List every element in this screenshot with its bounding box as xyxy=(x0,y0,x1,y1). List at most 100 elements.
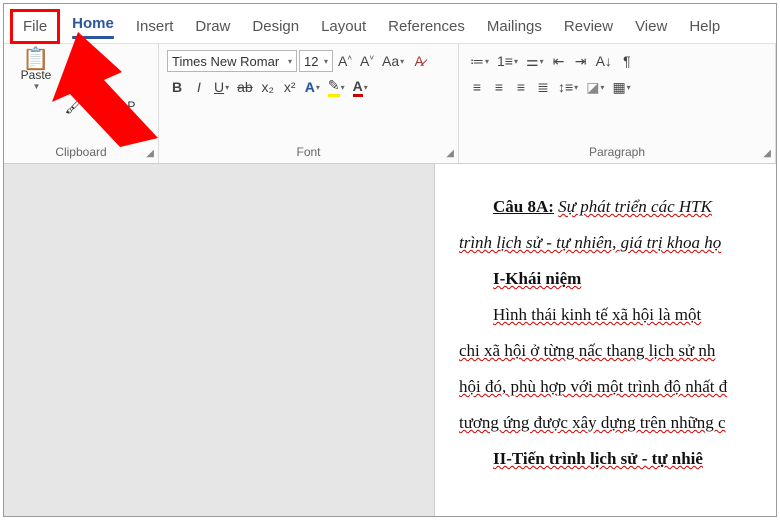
bullets-button[interactable]: ≔▾ xyxy=(467,50,492,72)
clear-formatting-icon: A̷ xyxy=(415,53,424,69)
group-label-font: Font xyxy=(167,143,450,161)
font-name-combo[interactable]: Times New Romar ▾ xyxy=(167,50,297,72)
tab-insert[interactable]: Insert xyxy=(126,12,184,41)
increase-indent-button[interactable]: ⇥ xyxy=(571,50,591,72)
shrink-font-button[interactable]: A˅ xyxy=(357,50,377,72)
doc-line1: Sự phát triển các HTK xyxy=(558,197,712,216)
group-clipboard: 📋 Paste ▼ ✂ ⧉ 🖌 Format P xyxy=(4,44,159,163)
grow-font-button[interactable]: A˄ xyxy=(335,50,355,72)
line-spacing-icon: ↕≡ xyxy=(558,79,573,95)
tab-draw[interactable]: Draw xyxy=(185,12,240,41)
group-label-paragraph: Paragraph xyxy=(467,143,767,161)
show-marks-button[interactable]: ¶ xyxy=(617,50,637,72)
bold-button[interactable]: B xyxy=(167,76,187,98)
font-color-icon: A xyxy=(353,78,363,97)
subscript-button[interactable]: x₂ xyxy=(258,76,278,98)
subscript-icon: x₂ xyxy=(262,79,274,95)
shading-button[interactable]: ◪▾ xyxy=(583,76,607,98)
align-left-button[interactable]: ≡ xyxy=(467,76,487,98)
grow-font-icon: A˄ xyxy=(338,53,352,69)
font-name-value: Times New Romar xyxy=(172,54,279,69)
ribbon-tabs: File Home Insert Draw Design Layout Refe… xyxy=(4,4,776,44)
underline-button[interactable]: U▾ xyxy=(211,76,232,98)
paste-icon: 📋 xyxy=(27,50,45,68)
italic-button[interactable]: I xyxy=(189,76,209,98)
scissors-icon: ✂ xyxy=(65,53,83,71)
font-size-value: 12 xyxy=(304,54,318,69)
doc-p4: tương ứng được xây dựng trên những c xyxy=(459,413,726,432)
chevron-down-icon: ▾ xyxy=(324,57,328,66)
align-right-icon: ≡ xyxy=(517,79,525,95)
page-gutter xyxy=(4,164,434,516)
text-effects-button[interactable]: A▾ xyxy=(302,76,323,98)
doc-q-label: Câu 8A: xyxy=(493,197,554,216)
tab-review[interactable]: Review xyxy=(554,12,623,41)
document-page[interactable]: Câu 8A: Sự phát triển các HTK trình lịch… xyxy=(434,164,776,516)
font-color-button[interactable]: A▾ xyxy=(350,76,371,98)
multilevel-button[interactable]: ⚌▾ xyxy=(523,50,547,72)
shading-icon: ◪ xyxy=(586,79,599,96)
superscript-icon: x² xyxy=(284,79,296,95)
tab-help[interactable]: Help xyxy=(679,12,730,41)
strike-icon: ab xyxy=(237,79,253,95)
text-effects-icon: A xyxy=(305,79,315,95)
underline-icon: U xyxy=(214,79,224,95)
change-case-button[interactable]: Aa▾ xyxy=(379,50,407,72)
doc-p2: chi xã hội ở từng nấc thang lịch sử nh xyxy=(459,341,715,360)
format-painter-label: Format P xyxy=(86,99,135,113)
font-dialog-launcher[interactable]: ◢ xyxy=(446,148,454,159)
copy-button[interactable]: ⧉ xyxy=(63,74,137,94)
font-size-combo[interactable]: 12 ▾ xyxy=(299,50,333,72)
group-label-clipboard: Clipboard xyxy=(12,143,150,161)
doc-line2: trình lịch sử - tự nhiên, giá trị khoa h… xyxy=(459,233,721,252)
tab-mailings[interactable]: Mailings xyxy=(477,12,552,41)
numbering-icon: 1≡ xyxy=(497,53,513,69)
highlight-button[interactable]: ✎▾ xyxy=(325,76,348,98)
superscript-button[interactable]: x² xyxy=(280,76,300,98)
justify-icon: ≣ xyxy=(537,79,549,96)
doc-h1: I-Khái niệm xyxy=(493,269,581,288)
strike-button[interactable]: ab xyxy=(234,76,256,98)
increase-indent-icon: ⇥ xyxy=(575,53,587,70)
decrease-indent-icon: ⇤ xyxy=(553,53,565,70)
ribbon: 📋 Paste ▼ ✂ ⧉ 🖌 Format P xyxy=(4,44,776,164)
align-left-icon: ≡ xyxy=(473,79,481,95)
change-case-icon: Aa xyxy=(382,53,399,69)
copy-icon: ⧉ xyxy=(65,75,83,93)
chevron-down-icon: ▾ xyxy=(288,57,292,66)
sort-icon: A↓ xyxy=(596,53,612,69)
borders-button[interactable]: ▦▾ xyxy=(609,76,633,98)
align-center-icon: ≡ xyxy=(495,79,503,95)
tab-design[interactable]: Design xyxy=(242,12,309,41)
align-right-button[interactable]: ≡ xyxy=(511,76,531,98)
pilcrow-icon: ¶ xyxy=(623,53,631,69)
tab-view[interactable]: View xyxy=(625,12,677,41)
sort-button[interactable]: A↓ xyxy=(593,50,615,72)
justify-button[interactable]: ≣ xyxy=(533,76,553,98)
format-painter-button[interactable]: 🖌 Format P xyxy=(63,96,137,116)
borders-icon: ▦ xyxy=(612,79,625,96)
highlight-icon: ✎ xyxy=(328,77,340,97)
cut-button[interactable]: ✂ xyxy=(63,52,137,72)
group-paragraph: ≔▾ 1≡▾ ⚌▾ ⇤ ⇥ A↓ ¶ ≡ ≡ ≡ ≣ ↕≡▾ ◪▾ ▦▾ xyxy=(459,44,776,163)
paragraph-dialog-launcher[interactable]: ◢ xyxy=(763,148,771,159)
clipboard-dialog-launcher[interactable]: ◢ xyxy=(146,148,154,159)
tab-layout[interactable]: Layout xyxy=(311,12,376,41)
group-font: Times New Romar ▾ 12 ▾ A˄ A˅ Aa▾ A̷ B I … xyxy=(159,44,459,163)
bullets-icon: ≔ xyxy=(470,53,484,70)
tab-file[interactable]: File xyxy=(10,9,60,44)
align-center-button[interactable]: ≡ xyxy=(489,76,509,98)
bold-icon: B xyxy=(172,79,182,95)
decrease-indent-button[interactable]: ⇤ xyxy=(549,50,569,72)
multilevel-icon: ⚌ xyxy=(526,53,539,70)
chevron-down-icon: ▼ xyxy=(33,82,41,91)
line-spacing-button[interactable]: ↕≡▾ xyxy=(555,76,581,98)
tab-references[interactable]: References xyxy=(378,12,475,41)
brush-icon: 🖌 xyxy=(65,97,83,115)
tab-home[interactable]: Home xyxy=(62,9,124,45)
doc-p1: Hình thái kinh tế xã hội là một xyxy=(493,305,701,324)
paste-button[interactable]: 📋 Paste ▼ xyxy=(12,50,60,91)
clear-formatting-button[interactable]: A̷ xyxy=(409,50,429,72)
document-workspace: Câu 8A: Sự phát triển các HTK trình lịch… xyxy=(4,164,776,516)
numbering-button[interactable]: 1≡▾ xyxy=(494,50,521,72)
